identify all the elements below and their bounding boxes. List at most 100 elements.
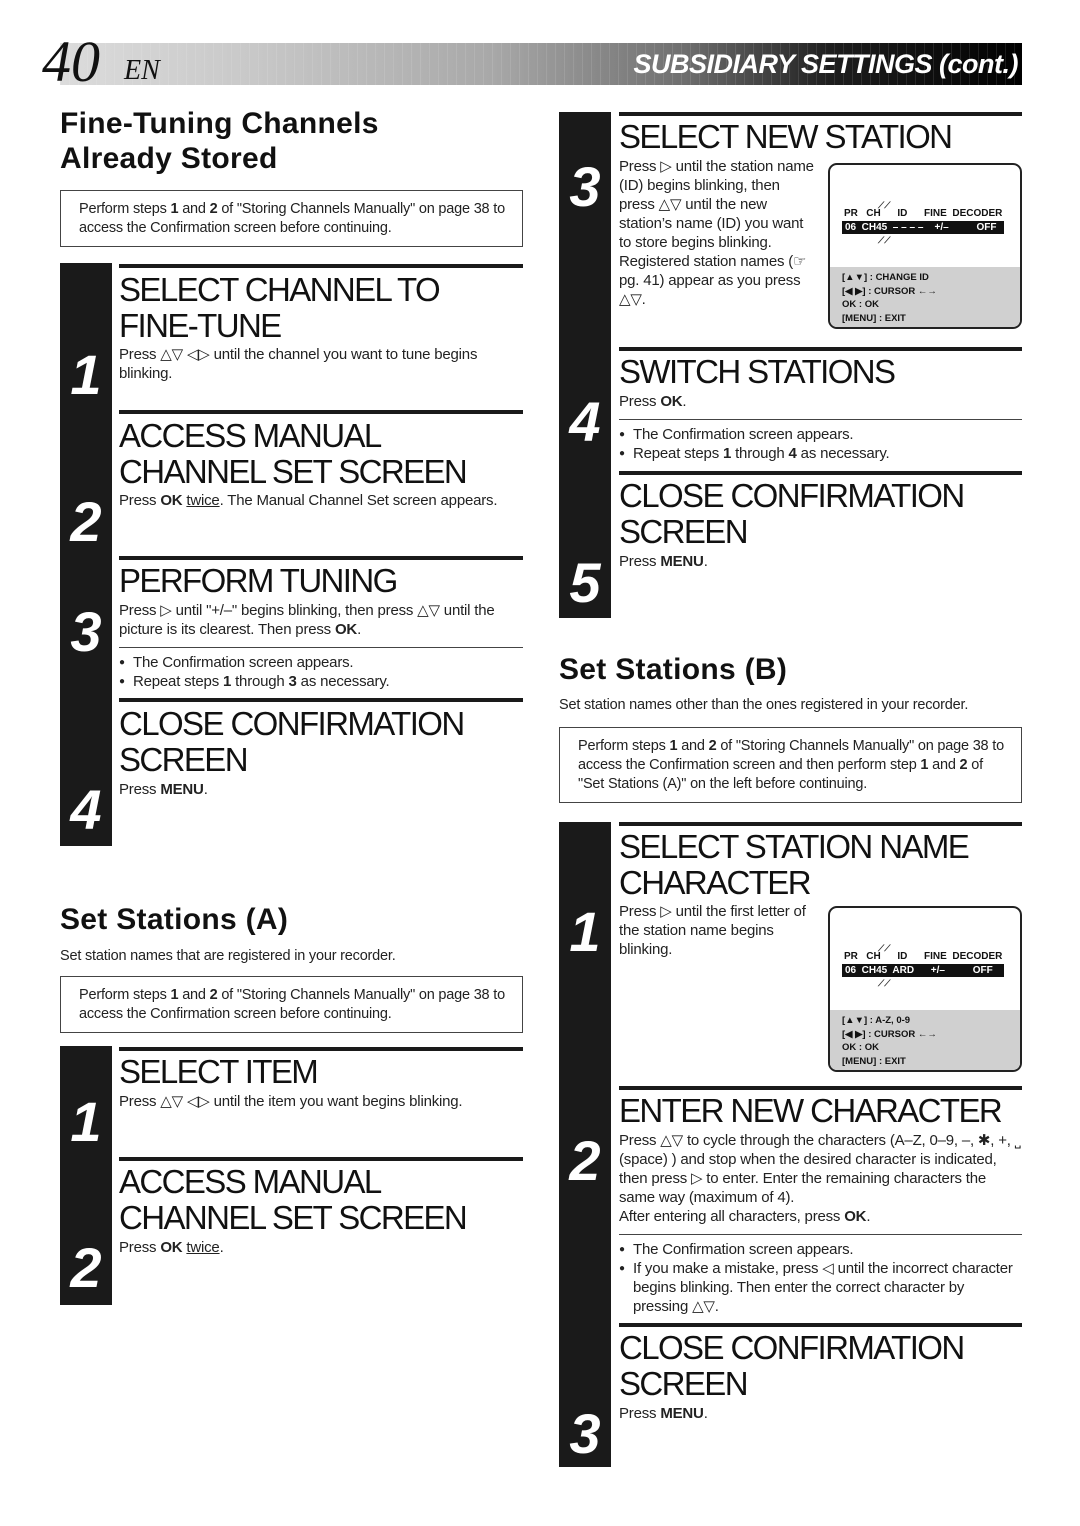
text: through: [231, 673, 289, 690]
osd-footer-line: OK : OK: [842, 299, 879, 310]
text: Press: [119, 1239, 161, 1256]
osd-header: PR CH ID FINE DECODER: [844, 208, 1003, 219]
step-number: 1: [70, 1090, 102, 1153]
blink-mark-icon: ⟋⟋: [878, 235, 891, 245]
osd-selected-row: 06 CH45 ARD +/– OFF: [842, 964, 1004, 977]
fine-tuning-note: Perform steps 1 and 2 of "Storing Channe…: [60, 190, 523, 247]
text: 4: [788, 445, 797, 462]
step-title-line: CLOSE CONFIRMATION: [119, 705, 465, 742]
step-title: SWITCH STATIONS: [619, 353, 896, 390]
text: .: [219, 1239, 224, 1256]
step-number: 4: [70, 778, 102, 841]
step-title: CLOSE CONFIRMATION SCREEN: [619, 477, 965, 550]
step-title: CLOSE CONFIRMATION SCREEN: [119, 705, 465, 778]
step-title-line: CHANNEL SET SCREEN: [119, 453, 468, 490]
blink-mark-icon: ⟋⟋: [878, 200, 891, 210]
step-text: Press OK twice. The Manual Channel Set s…: [119, 491, 499, 510]
step-rule: [119, 1047, 523, 1051]
ok-key-label: OK: [334, 621, 358, 638]
bullet-item: Repeat steps 1 through 3 as necessary.: [119, 672, 523, 691]
step-text: Press △▽ to cycle through the characters…: [619, 1131, 1024, 1226]
text: .: [703, 553, 708, 570]
step-number: 2: [70, 1236, 102, 1299]
step-title: SELECT ITEM: [119, 1053, 319, 1090]
step-title: CLOSE CONFIRMATION SCREEN: [619, 1329, 965, 1402]
text: Press ▷ until the station name (ID) begi…: [619, 158, 814, 251]
step-text: Press OK.: [619, 392, 687, 411]
step-title: SELECT NEW STATION: [619, 118, 953, 155]
step-rule: [619, 1323, 1022, 1327]
text: Press △▽ to cycle through the characters…: [619, 1132, 1021, 1206]
text: as necessary.: [296, 673, 390, 690]
step-title-line: CLOSE CONFIRMATION: [619, 1329, 965, 1366]
menu-key-label: MENU: [660, 553, 704, 570]
blink-mark-icon: ⟋⟋: [878, 978, 891, 988]
step-rule: [119, 1157, 523, 1161]
divider: [119, 647, 523, 648]
step-rule: [619, 112, 1022, 116]
bullet-item: The Confirmation screen appears.: [119, 653, 523, 672]
bullet-list: The Confirmation screen appears. Repeat …: [119, 653, 523, 691]
station-name-screen-osd: PR CH ID FINE DECODER ⟋⟋ 06 CH45 ARD +/–…: [828, 906, 1022, 1072]
osd-footer-line: [▲▼] : A-Z, 0-9: [842, 1015, 911, 1026]
step-number: 3: [70, 600, 102, 663]
text: through: [731, 445, 789, 462]
text: Press: [619, 1405, 661, 1422]
step-title-line: CHANNEL SET SCREEN: [119, 1199, 468, 1236]
emphasis: twice: [186, 1239, 220, 1256]
bullet-item: The Confirmation screen appears.: [619, 425, 1022, 444]
blink-mark-icon: ⟋⟋: [878, 943, 891, 953]
text: 3: [288, 673, 297, 690]
fine-tuning-heading-line1: Fine-Tuning Channels: [60, 107, 379, 140]
menu-key-label: MENU: [160, 781, 204, 798]
text: .: [866, 1208, 871, 1225]
osd-header: PR CH ID FINE DECODER: [844, 951, 1003, 962]
text: Repeat steps: [633, 445, 723, 462]
text: .: [682, 393, 687, 410]
page-language: EN: [124, 55, 160, 86]
set-stations-a-heading: Set Stations (A): [60, 903, 289, 936]
divider: [619, 419, 1022, 420]
step-text: Press MENU.: [119, 780, 208, 799]
confirmation-screen-osd: PR CH ID FINE DECODER ⟋⟋ 06 CH45 – – – –…: [828, 163, 1022, 329]
ok-key-label: OK: [844, 1208, 867, 1225]
text: Press: [619, 553, 661, 570]
step-rule: [619, 1086, 1022, 1090]
step-text: Press △▽ ◁▷ until the item you want begi…: [119, 1093, 463, 1110]
text: Press: [119, 492, 161, 509]
step-title: SELECT STATION NAME CHARACTER: [619, 828, 970, 901]
text: .: [703, 1405, 708, 1422]
step-title-line: CLOSE CONFIRMATION: [619, 477, 965, 514]
bullet-item: The Confirmation screen appears.: [619, 1240, 1019, 1259]
step-number: 1: [70, 343, 102, 406]
step-text: Press MENU.: [619, 552, 708, 571]
step-title-line: SCREEN: [119, 741, 249, 778]
ok-key-label: OK: [160, 492, 183, 509]
step-title-line: ACCESS MANUAL: [119, 1163, 382, 1200]
text: Registered station names (☞ pg. 41) appe…: [619, 253, 807, 308]
step-rule: [119, 264, 523, 268]
menu-key-label: MENU: [660, 1405, 704, 1422]
text: 1: [222, 673, 232, 690]
section-title: SUBSIDIARY SETTINGS (cont.): [633, 49, 1018, 79]
page-number: 40: [42, 29, 100, 94]
step-number: 3: [569, 155, 601, 218]
osd-footer-line: OK : OK: [842, 1042, 879, 1053]
emphasis: twice: [186, 492, 220, 509]
step-text: Press △▽ ◁▷ until the channel you want t…: [119, 346, 478, 382]
ok-key-label: OK: [160, 1239, 183, 1256]
step-title: ENTER NEW CHARACTER: [619, 1092, 1003, 1129]
step-text: Press MENU.: [619, 1404, 708, 1423]
step-rule: [119, 410, 523, 414]
step-title-line: SELECT STATION NAME: [619, 828, 970, 865]
osd-footer: [▲▼] : A-Z, 0-9 [◀ ▶] : CURSOR ←→ OK : O…: [830, 1010, 1020, 1070]
step-number: 2: [569, 1129, 601, 1192]
bullet-list: The Confirmation screen appears. If you …: [619, 1240, 1019, 1316]
text: After entering all characters, press: [619, 1208, 845, 1225]
osd-footer-line: [MENU] : EXIT: [842, 1055, 906, 1067]
step-title-line: SCREEN: [619, 513, 749, 550]
osd-footer-line: [▲▼] : CHANGE ID: [842, 272, 929, 283]
text: .: [203, 781, 208, 798]
osd-footer: [▲▼] : CHANGE ID [◀ ▶] : CURSOR ←→ OK : …: [830, 267, 1020, 327]
set-stations-b-note: Perform steps 1 and 2 of "Storing Channe…: [559, 727, 1022, 803]
